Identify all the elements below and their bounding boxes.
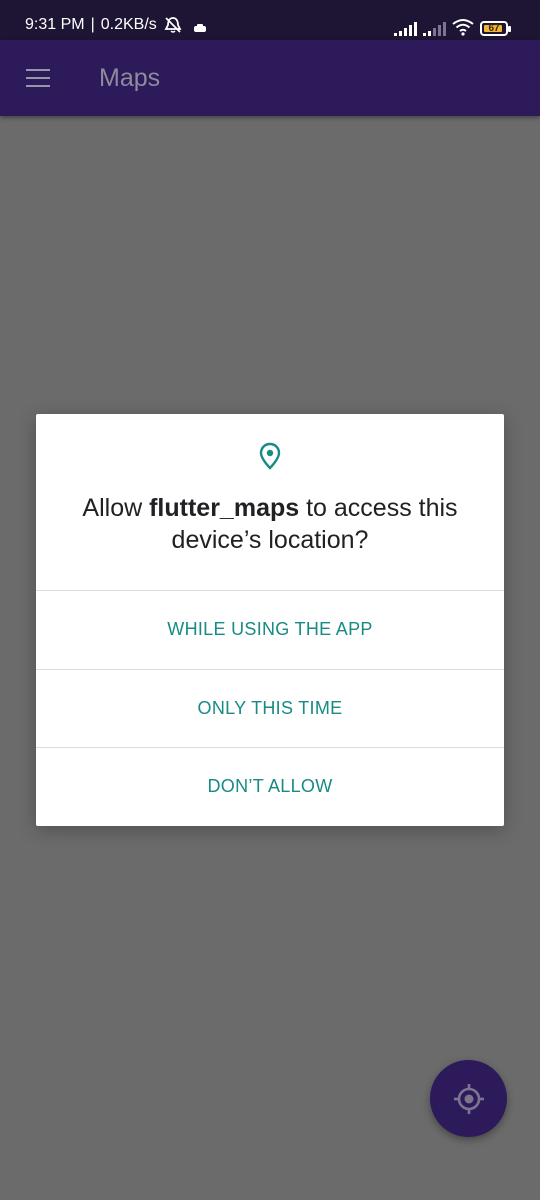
battery-level: 67 — [488, 23, 500, 34]
battery-icon: 67 — [480, 21, 511, 36]
while-using-app-button[interactable]: WHILE USING THE APP — [36, 590, 504, 668]
status-left: 9:31 PM | 0.2KB/s — [25, 15, 207, 35]
wifi-icon — [452, 18, 474, 36]
my-location-button[interactable] — [430, 1060, 507, 1137]
location-permission-dialog: Allow flutter_maps to access this device… — [36, 414, 504, 826]
app-name: flutter_maps — [149, 494, 300, 522]
signal-strength-icon — [394, 22, 417, 36]
app-bar: Maps — [0, 40, 540, 116]
location-pin-icon — [258, 442, 282, 470]
notification-icon — [193, 20, 207, 32]
network-speed: 0.2KB/s — [100, 16, 157, 33]
signal-strength-icon-2 — [423, 22, 446, 36]
dont-allow-button[interactable]: DON’T ALLOW — [36, 747, 504, 825]
message-prefix: Allow — [82, 494, 150, 522]
alarm-off-icon — [163, 16, 183, 34]
status-separator: | — [90, 16, 95, 33]
only-this-time-button[interactable]: ONLY THIS TIME — [36, 669, 504, 747]
status-bar: 9:31 PM | 0.2KB/s 67 — [0, 0, 540, 40]
app-title: Maps — [99, 64, 161, 92]
dialog-message: Allow flutter_maps to access this device… — [56, 492, 484, 556]
status-right: 67 — [394, 14, 511, 36]
battery-nub — [508, 26, 511, 32]
screen: 9:31 PM | 0.2KB/s 67 Maps Allow flutter_… — [0, 0, 540, 1200]
hamburger-menu-icon[interactable] — [26, 67, 52, 89]
my-location-icon — [452, 1082, 486, 1116]
status-time: 9:31 PM — [25, 16, 85, 33]
